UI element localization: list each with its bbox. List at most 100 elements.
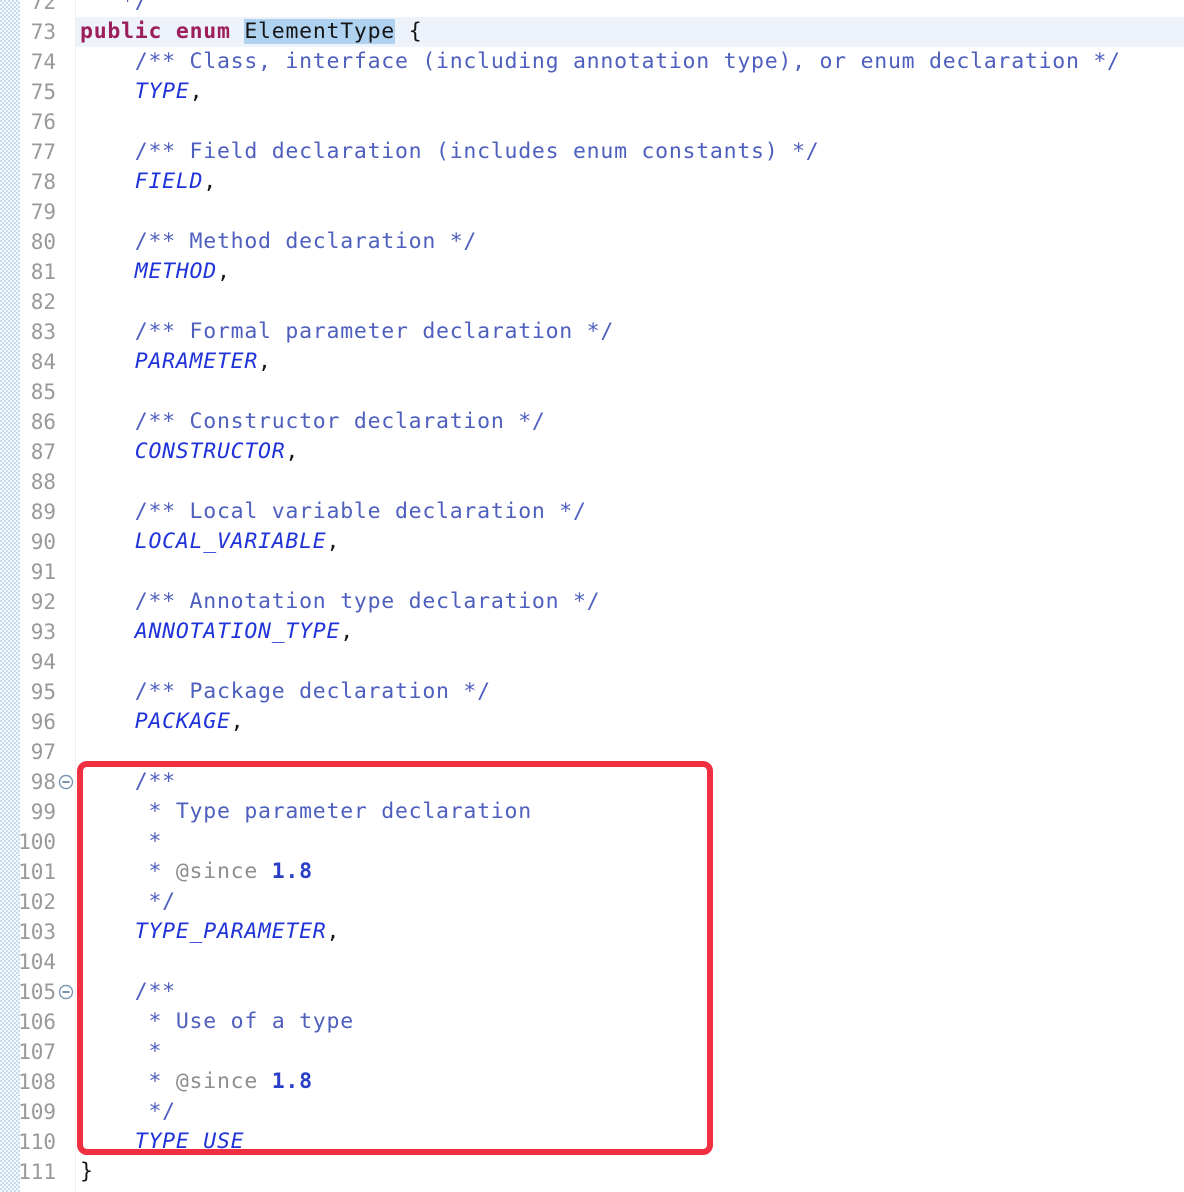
code-line-text[interactable]: /** Method declaration */: [80, 227, 477, 257]
token-cmt: /** Constructor declaration */: [80, 409, 546, 434]
code-line-text[interactable]: */: [80, 1097, 176, 1127]
code-line[interactable]: METHOD,: [0, 257, 1184, 287]
code-line-text[interactable]: */: [80, 887, 176, 917]
code-line-text[interactable]: /** Class, interface (including annotati…: [80, 47, 1121, 77]
code-line-text[interactable]: METHOD,: [80, 257, 231, 287]
code-line-text[interactable]: /** Annotation type declaration */: [80, 587, 600, 617]
code-line[interactable]: ANNOTATION_TYPE,: [0, 617, 1184, 647]
code-line-text[interactable]: * @since 1.8: [80, 1067, 313, 1097]
marker-strip[interactable]: [0, 0, 20, 1192]
code-line-text[interactable]: ANNOTATION_TYPE,: [80, 617, 354, 647]
code-line-text[interactable]: }: [80, 1157, 94, 1187]
code-line-text[interactable]: /** Local variable declaration */: [80, 497, 587, 527]
code-line[interactable]: CONSTRUCTOR,: [0, 437, 1184, 467]
code-line[interactable]: TYPE_USE: [0, 1127, 1184, 1157]
code-line-text[interactable]: TYPE,: [80, 77, 203, 107]
code-area[interactable]: */ public enum ElementType { /** Class, i…: [0, 0, 1184, 1192]
code-line-text[interactable]: * @since 1.8: [80, 857, 313, 887]
token-cmt: [258, 1069, 272, 1094]
code-line[interactable]: *: [0, 1037, 1184, 1067]
code-line[interactable]: public enum ElementType {: [0, 17, 1184, 47]
code-line-text[interactable]: FIELD,: [80, 167, 217, 197]
code-line[interactable]: * Use of a type: [0, 1007, 1184, 1037]
code-line-text[interactable]: * Use of a type: [80, 1007, 354, 1037]
code-line[interactable]: /** Field declaration (includes enum con…: [0, 137, 1184, 167]
token-punct: {: [395, 19, 423, 44]
token-enumname: LOCAL_VARIABLE: [134, 529, 327, 554]
code-line-text[interactable]: /** Package declaration */: [80, 677, 491, 707]
token-enumname: PARAMETER: [134, 349, 259, 374]
code-line-text[interactable]: /** Formal parameter declaration */: [80, 317, 614, 347]
code-line[interactable]: /** Formal parameter declaration */: [0, 317, 1184, 347]
code-line[interactable]: /** Constructor declaration */: [0, 407, 1184, 437]
token-punct: ,: [340, 619, 354, 644]
code-line[interactable]: [0, 287, 1184, 317]
code-line-text[interactable]: /**: [80, 767, 176, 797]
code-line-text[interactable]: *: [80, 1037, 162, 1067]
code-line-text[interactable]: * Type parameter declaration: [80, 797, 532, 827]
token-cmt: /** Field declaration (includes enum con…: [80, 139, 820, 164]
token-punct: ,: [216, 259, 231, 284]
code-line[interactable]: /** Method declaration */: [0, 227, 1184, 257]
code-line-text[interactable]: */: [80, 0, 148, 17]
code-line[interactable]: */: [0, 1097, 1184, 1127]
code-line[interactable]: [0, 107, 1184, 137]
code-line[interactable]: [0, 197, 1184, 227]
code-line[interactable]: /** Annotation type declaration */: [0, 587, 1184, 617]
token-punct: ,: [326, 529, 341, 554]
code-line[interactable]: [0, 467, 1184, 497]
code-line-text[interactable]: CONSTRUCTOR,: [80, 437, 299, 467]
code-line-text[interactable]: PACKAGE,: [80, 707, 244, 737]
token-enumname: TYPE: [134, 79, 190, 104]
code-line[interactable]: LOCAL_VARIABLE,: [0, 527, 1184, 557]
code-editor[interactable]: */ public enum ElementType { /** Class, i…: [0, 0, 1184, 1192]
code-line[interactable]: * @since 1.8: [0, 1067, 1184, 1097]
code-line-text[interactable]: PARAMETER,: [80, 347, 272, 377]
token-cmt: /** Package declaration */: [80, 679, 491, 704]
code-line[interactable]: PARAMETER,: [0, 347, 1184, 377]
token-enumname: CONSTRUCTOR: [134, 439, 286, 464]
code-line[interactable]: *: [0, 827, 1184, 857]
code-line-text[interactable]: LOCAL_VARIABLE,: [80, 527, 340, 557]
code-line[interactable]: * Type parameter declaration: [0, 797, 1184, 827]
code-line-text[interactable]: *: [80, 827, 162, 857]
code-line[interactable]: [0, 647, 1184, 677]
code-line-text[interactable]: /** Constructor declaration */: [80, 407, 546, 437]
code-line[interactable]: }: [0, 1157, 1184, 1187]
code-line[interactable]: * @since 1.8: [0, 857, 1184, 887]
code-line-text[interactable]: /** Field declaration (includes enum con…: [80, 137, 819, 167]
token-cmt: */: [107, 0, 149, 14]
code-line[interactable]: PACKAGE,: [0, 707, 1184, 737]
code-line[interactable]: TYPE,: [0, 77, 1184, 107]
token-cmt: *: [80, 859, 176, 884]
code-line[interactable]: /**: [0, 977, 1184, 1007]
code-line[interactable]: [0, 557, 1184, 587]
token-kw: enum: [175, 19, 231, 44]
code-line[interactable]: FIELD,: [0, 167, 1184, 197]
code-line[interactable]: /** Local variable declaration */: [0, 497, 1184, 527]
token-num: 1.8: [271, 1069, 313, 1094]
code-line[interactable]: TYPE_PARAMETER,: [0, 917, 1184, 947]
token-cmt: /** Formal parameter declaration */: [80, 319, 615, 344]
code-line[interactable]: [0, 947, 1184, 977]
code-line-text[interactable]: TYPE_USE: [80, 1127, 244, 1157]
code-line-text[interactable]: public enum ElementType {: [80, 17, 422, 47]
code-line-text[interactable]: TYPE_PARAMETER,: [80, 917, 340, 947]
code-line[interactable]: [0, 737, 1184, 767]
code-line-text[interactable]: /**: [80, 977, 176, 1007]
token-enumname: TYPE_PARAMETER: [134, 919, 327, 944]
code-line[interactable]: [0, 377, 1184, 407]
code-line[interactable]: */: [0, 0, 1184, 17]
code-line[interactable]: /**: [0, 767, 1184, 797]
code-line[interactable]: */: [0, 887, 1184, 917]
code-line[interactable]: /** Class, interface (including annotati…: [0, 47, 1184, 77]
code-line[interactable]: /** Package declaration */: [0, 677, 1184, 707]
